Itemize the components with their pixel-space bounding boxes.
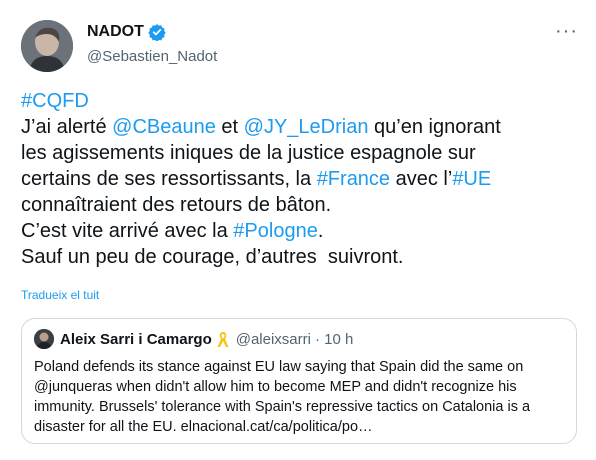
tweet-text-segment: J’ai alerté xyxy=(21,116,107,138)
author-name-row: NADOT xyxy=(87,23,166,42)
hashtag-link[interactable]: #France xyxy=(317,168,390,190)
tweet-card: NADOT @Sebastien_Nadot ··· #CQFD J’ai al… xyxy=(0,0,596,460)
quoted-author-avatar[interactable] xyxy=(34,329,54,349)
tweet-text: #CQFD J’ai alerté @CBeaune et @JY_LeDria… xyxy=(21,88,581,270)
tweet-text-segment: avec l’ xyxy=(390,168,453,190)
more-options-icon[interactable]: ··· xyxy=(555,21,578,41)
author-avatar[interactable] xyxy=(21,20,73,72)
quoted-tweet-text: Poland defends its stance against EU law… xyxy=(34,359,531,435)
quoted-author-name[interactable]: Aleix Sarri i Camargo xyxy=(60,331,212,348)
author-name[interactable]: NADOT xyxy=(87,23,144,41)
author-handle[interactable]: @Sebastien_Nadot xyxy=(87,48,217,65)
hashtag-link[interactable]: #Pologne xyxy=(233,220,318,242)
quoted-tweet[interactable]: Aleix Sarri i Camargo @aleixsarri · 10 h… xyxy=(21,318,577,444)
yellow-ribbon-icon xyxy=(216,330,230,348)
quoted-author-handle[interactable]: @aleixsarri xyxy=(236,331,311,348)
quoted-tweet-time[interactable]: · 10 h xyxy=(315,331,353,348)
tweet-text-segment: et xyxy=(215,116,244,138)
mention-link[interactable]: @JY_LeDrian xyxy=(244,116,369,138)
verified-badge-icon xyxy=(148,23,166,42)
mention-link[interactable]: @CBeaune xyxy=(112,116,216,138)
quoted-tweet-header: Aleix Sarri i Camargo @aleixsarri · 10 h xyxy=(34,329,353,349)
hashtag-link[interactable]: #CQFD xyxy=(21,90,89,112)
hashtag-link[interactable]: #UE xyxy=(452,168,491,190)
translate-tweet-link[interactable]: Tradueix el tuit xyxy=(21,288,99,302)
